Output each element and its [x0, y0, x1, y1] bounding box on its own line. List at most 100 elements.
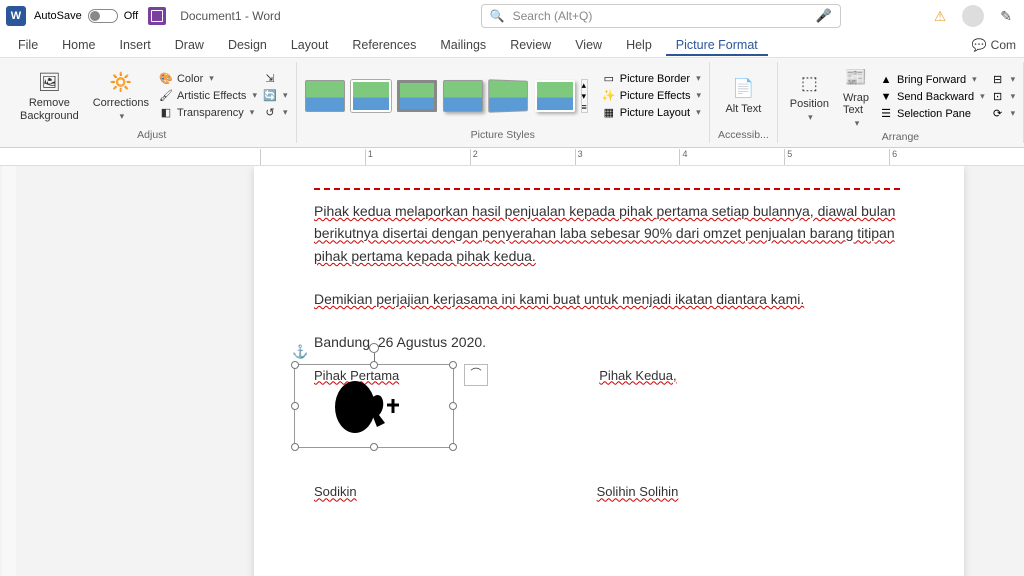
paragraph-1[interactable]: Pihak kedua melaporkan hasil penjualan k… — [314, 200, 904, 267]
search-placeholder: Search (Alt+Q) — [513, 9, 593, 23]
ruler[interactable]: 1 2 3 4 5 6 — [0, 148, 1024, 166]
selection-pane-label: Selection Pane — [897, 108, 971, 120]
menu-bar: File Home Insert Draw Design Layout Refe… — [0, 32, 1024, 58]
alt-text-icon: 📄 — [730, 75, 756, 101]
send-backward-button[interactable]: ▼Send Backward▾ — [879, 90, 985, 104]
comments-button[interactable]: 💬 Com — [972, 38, 1016, 52]
style-thumb-6[interactable] — [535, 80, 575, 112]
toggle-track[interactable] — [88, 9, 118, 23]
transparency-label: Transparency — [177, 107, 244, 119]
resize-handle-br[interactable] — [449, 443, 457, 451]
tab-file[interactable]: File — [8, 34, 48, 56]
rotate-icon: ⟳ — [991, 107, 1005, 121]
align-button[interactable]: ⊟▾ — [991, 73, 1016, 87]
tab-view[interactable]: View — [565, 34, 612, 56]
comments-label: Com — [991, 38, 1016, 52]
comment-icon: 💬 — [972, 38, 987, 52]
rotate-button[interactable]: ⟳▾ — [991, 107, 1016, 121]
pic-layout-label: Picture Layout — [620, 107, 690, 119]
bring-forward-icon: ▲ — [879, 73, 893, 87]
ruler-mark: 3 — [575, 149, 680, 165]
resize-handle-l[interactable] — [291, 402, 299, 410]
alt-text-button[interactable]: 📄 Alt Text — [721, 73, 765, 117]
artistic-effects-button[interactable]: 🖌Artistic Effects▾ — [159, 89, 257, 103]
pic-layout-icon: ▦ — [602, 106, 616, 120]
tab-layout[interactable]: Layout — [281, 34, 339, 56]
search-input[interactable]: 🔍 Search (Alt+Q) 🎤 — [481, 4, 841, 28]
corrections-label: Corrections — [93, 97, 149, 109]
transparency-button[interactable]: ◧Transparency▾ — [159, 106, 257, 120]
titlebar-right: ⚠ ✎ — [934, 5, 1018, 27]
position-button[interactable]: ⬚Position▾ — [786, 68, 833, 125]
party1-name[interactable]: Sodikin — [314, 482, 357, 503]
ribbon-group-arrange: ⬚Position▾ 📰Wrap Text▾ ▲Bring Forward▾ ▼… — [778, 62, 1024, 143]
compress-icon: ⇲ — [263, 72, 277, 86]
resize-handle-t[interactable] — [370, 361, 378, 369]
style-thumb-1[interactable] — [305, 80, 345, 112]
group-button[interactable]: ⊡▾ — [991, 90, 1016, 104]
layout-options-button[interactable]: ⌒ — [464, 364, 488, 386]
tab-references[interactable]: References — [342, 34, 426, 56]
picture-styles-gallery[interactable]: ▴▾≡ — [305, 79, 588, 113]
style-thumb-2[interactable] — [351, 80, 391, 112]
artistic-icon: 🖌 — [159, 89, 173, 103]
save-icon[interactable] — [148, 7, 166, 25]
paragraph-2[interactable]: Demikian perjajian kerjasama ini kami bu… — [314, 288, 904, 310]
wrap-text-button[interactable]: 📰Wrap Text▾ — [839, 62, 873, 131]
warning-icon[interactable]: ⚠ — [934, 8, 947, 25]
tab-insert[interactable]: Insert — [110, 34, 161, 56]
tab-review[interactable]: Review — [500, 34, 561, 56]
word-app-icon: W — [6, 6, 26, 26]
layout-options-icon: ⌒ — [471, 366, 482, 384]
vertical-ruler[interactable] — [2, 166, 16, 576]
tab-draw[interactable]: Draw — [165, 34, 214, 56]
resize-handle-tl[interactable] — [291, 361, 299, 369]
search-icon: 🔍 — [490, 9, 505, 23]
mic-icon[interactable]: 🎤 — [815, 8, 831, 24]
corrections-button[interactable]: 🔆 Corrections▾ — [89, 67, 153, 124]
position-label: Position — [790, 98, 829, 110]
style-thumb-5[interactable] — [488, 79, 528, 113]
resize-handle-r[interactable] — [449, 402, 457, 410]
tab-home[interactable]: Home — [52, 34, 105, 56]
style-thumb-4[interactable] — [443, 80, 483, 112]
party2-label[interactable]: Pihak Kedua, — [599, 366, 676, 387]
wrap-icon: 📰 — [843, 64, 869, 90]
autosave-toggle[interactable]: AutoSave Off — [34, 9, 138, 23]
tab-picture-format[interactable]: Picture Format — [666, 34, 768, 56]
color-button[interactable]: 🎨Color▾ — [159, 72, 257, 86]
party2-name[interactable]: Solihin Solihin — [597, 482, 679, 503]
ruler-mark: 4 — [679, 149, 784, 165]
style-thumb-3[interactable] — [397, 80, 437, 112]
reset-picture-button[interactable]: ↺▾ — [263, 106, 288, 120]
tab-help[interactable]: Help — [616, 34, 662, 56]
wrap-label: Wrap Text — [843, 92, 869, 116]
tab-mailings[interactable]: Mailings — [430, 34, 496, 56]
date-line[interactable]: Bandung, 26 Agustus 2020. — [314, 331, 904, 353]
autosave-label: AutoSave — [34, 10, 82, 22]
anchor-icon[interactable]: ⚓ — [292, 342, 308, 363]
gallery-more-button[interactable]: ▴▾≡ — [581, 79, 588, 113]
document-page[interactable]: Pihak kedua melaporkan hasil penjualan k… — [254, 166, 964, 576]
border-label: Picture Border — [620, 73, 690, 85]
resize-handle-tr[interactable] — [449, 361, 457, 369]
picture-border-button[interactable]: ▭Picture Border▾ — [602, 72, 701, 86]
bring-forward-button[interactable]: ▲Bring Forward▾ — [879, 73, 985, 87]
user-avatar-icon[interactable] — [962, 5, 984, 27]
selection-pane-button[interactable]: ☰Selection Pane — [879, 107, 985, 121]
effects-label: Picture Effects — [620, 90, 691, 102]
draw-pen-icon[interactable]: ✎ — [1000, 8, 1012, 25]
group-icon: ⊡ — [991, 90, 1005, 104]
artistic-label: Artistic Effects — [177, 90, 246, 102]
picture-effects-button[interactable]: ✨Picture Effects▾ — [602, 89, 701, 103]
selected-image[interactable] — [294, 364, 454, 448]
position-icon: ⬚ — [796, 70, 822, 96]
compress-button[interactable]: ⇲ — [263, 72, 288, 86]
resize-handle-bl[interactable] — [291, 443, 299, 451]
resize-handle-b[interactable] — [370, 443, 378, 451]
picture-layout-button[interactable]: ▦Picture Layout▾ — [602, 106, 701, 120]
tab-design[interactable]: Design — [218, 34, 277, 56]
remove-background-button[interactable]: 🖼 Remove Background — [16, 67, 83, 123]
change-picture-button[interactable]: 🔄▾ — [263, 89, 288, 103]
rotate-handle[interactable] — [369, 343, 379, 353]
